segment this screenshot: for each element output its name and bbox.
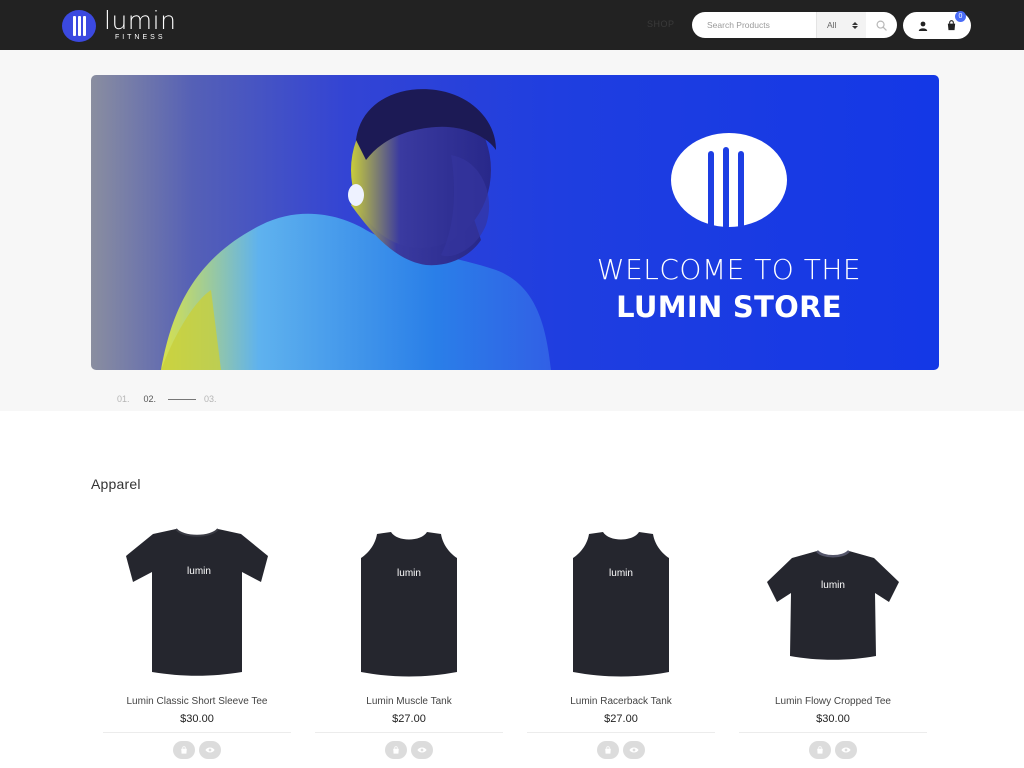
shirt-print: lumin (821, 580, 845, 591)
divider (527, 732, 715, 733)
cart-button[interactable]: 0 (940, 10, 966, 37)
quick-view-button[interactable] (623, 741, 645, 759)
search-bar: All (692, 12, 897, 38)
bag-icon (393, 746, 399, 754)
category-select-value: All (827, 20, 837, 30)
quick-view-button[interactable] (411, 741, 433, 759)
section-title: Apparel (91, 476, 141, 492)
bag-icon (181, 746, 187, 754)
athlete-image (161, 89, 551, 370)
product-name[interactable]: Lumin Flowy Cropped Tee (727, 696, 939, 707)
logo-mark-icon (62, 9, 96, 42)
account-cart-group: 0 (903, 10, 971, 39)
product-price: $27.00 (604, 713, 638, 725)
brand-logo[interactable]: lumin FITNESS (62, 6, 177, 42)
shirt-print: lumin (609, 568, 633, 579)
product-card[interactable]: lumin Lumin Classic Short Sleeve Tee $30… (91, 520, 303, 768)
eye-icon (205, 747, 215, 753)
divider (103, 732, 291, 733)
product-actions (515, 741, 727, 759)
brand-subtitle: FITNESS (114, 34, 166, 41)
add-to-cart-button[interactable] (809, 741, 831, 759)
product-name[interactable]: Lumin Muscle Tank (303, 696, 515, 707)
account-button[interactable] (912, 15, 934, 37)
nav-shop-link[interactable]: SHOP (647, 19, 675, 29)
product-image: lumin (767, 550, 899, 660)
slide-pager: 01. 02. 03. (117, 394, 231, 404)
quick-view-button[interactable] (835, 741, 857, 759)
product-actions (727, 741, 939, 759)
hero-banner[interactable]: WELCOME TO THE LUMIN STORE (91, 75, 939, 370)
bag-icon (605, 746, 611, 754)
slide-dot-2[interactable]: 02. (144, 394, 157, 404)
product-price: $27.00 (392, 713, 426, 725)
active-slide-indicator (168, 398, 197, 400)
product-name[interactable]: Lumin Racerback Tank (515, 696, 727, 707)
product-image: lumin (361, 532, 457, 677)
hero-section: WELCOME TO THE LUMIN STORE 01. 02. 03. (0, 50, 1024, 411)
lumin-emblem-icon (671, 133, 787, 227)
product-price: $30.00 (816, 713, 850, 725)
quick-view-button[interactable] (199, 741, 221, 759)
brand-name: lumin (104, 6, 177, 35)
product-image: lumin (126, 528, 268, 676)
add-to-cart-button[interactable] (597, 741, 619, 759)
product-actions (91, 741, 303, 759)
slide-dot-3[interactable]: 03. (204, 394, 217, 404)
cart-icon (947, 20, 955, 31)
user-icon (918, 21, 928, 31)
shirt-print: lumin (397, 568, 421, 579)
site-header: lumin FITNESS SHOP All (0, 0, 1024, 50)
product-card[interactable]: lumin Lumin Flowy Cropped Tee $30.00 (727, 520, 939, 768)
add-to-cart-button[interactable] (385, 741, 407, 759)
product-name[interactable]: Lumin Classic Short Sleeve Tee (91, 696, 303, 707)
product-grid: lumin Lumin Classic Short Sleeve Tee $30… (91, 520, 939, 768)
product-card[interactable]: lumin Lumin Muscle Tank $27.00 (303, 520, 515, 768)
divider (315, 732, 503, 733)
bag-icon (817, 746, 823, 754)
sort-updown-icon (852, 21, 858, 29)
product-actions (303, 741, 515, 759)
add-to-cart-button[interactable] (173, 741, 195, 759)
search-input[interactable] (692, 12, 816, 38)
cart-count-badge: 0 (955, 10, 966, 22)
search-icon (876, 20, 887, 31)
shirt-print: lumin (187, 566, 211, 577)
product-card[interactable]: lumin Lumin Racerback Tank $27.00 (515, 520, 727, 768)
hero-heading-line1: WELCOME TO THE (596, 253, 862, 286)
slide-dot-1[interactable]: 01. (117, 394, 130, 404)
category-select[interactable]: All (816, 12, 866, 38)
product-price: $30.00 (180, 713, 214, 725)
search-button[interactable] (866, 12, 896, 38)
eye-icon (417, 747, 427, 753)
hero-heading-line2: LUMIN STORE (616, 290, 842, 324)
eye-icon (841, 747, 851, 753)
eye-icon (629, 747, 639, 753)
divider (739, 732, 927, 733)
product-image: lumin (573, 532, 669, 677)
